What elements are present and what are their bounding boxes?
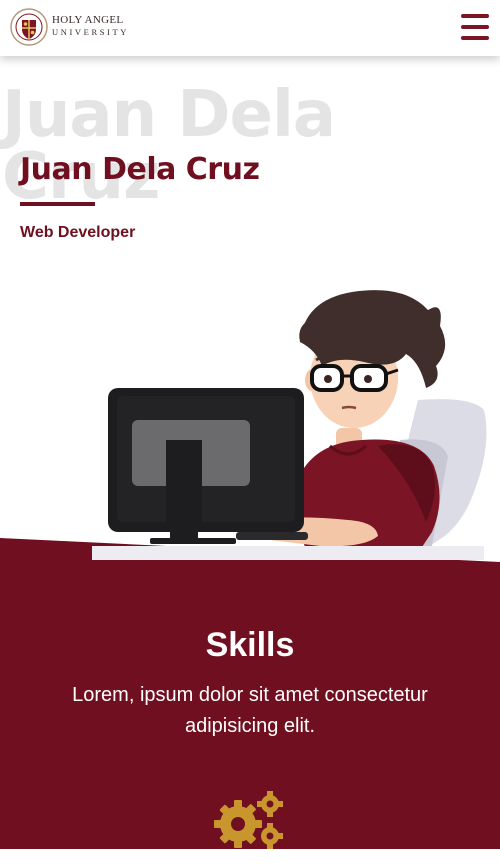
page-title: Juan Dela Cruz <box>20 152 260 187</box>
gears-icon <box>212 790 288 860</box>
skills-section: Skills Lorem, ipsum dolor sit amet conse… <box>0 528 500 849</box>
university-seal-icon[interactable] <box>10 8 48 46</box>
skills-heading: Skills <box>205 626 295 664</box>
title-underline <box>20 202 95 206</box>
job-title: Web Developer <box>20 224 136 241</box>
site-header: HOLY ANGEL UNIVERSITY <box>0 0 500 56</box>
developer-at-computer-illustration <box>0 270 500 570</box>
background-name-watermark: Juan Dela Cruz <box>2 78 336 214</box>
logo-line1: HOLY ANGEL <box>52 14 124 26</box>
university-wordmark[interactable]: HOLY ANGEL UNIVERSITY <box>52 14 129 37</box>
hamburger-menu-icon[interactable] <box>460 14 490 40</box>
skills-description: Lorem, ipsum dolor sit amet consectetur … <box>72 684 428 737</box>
logo-line2: UNIVERSITY <box>52 27 129 37</box>
